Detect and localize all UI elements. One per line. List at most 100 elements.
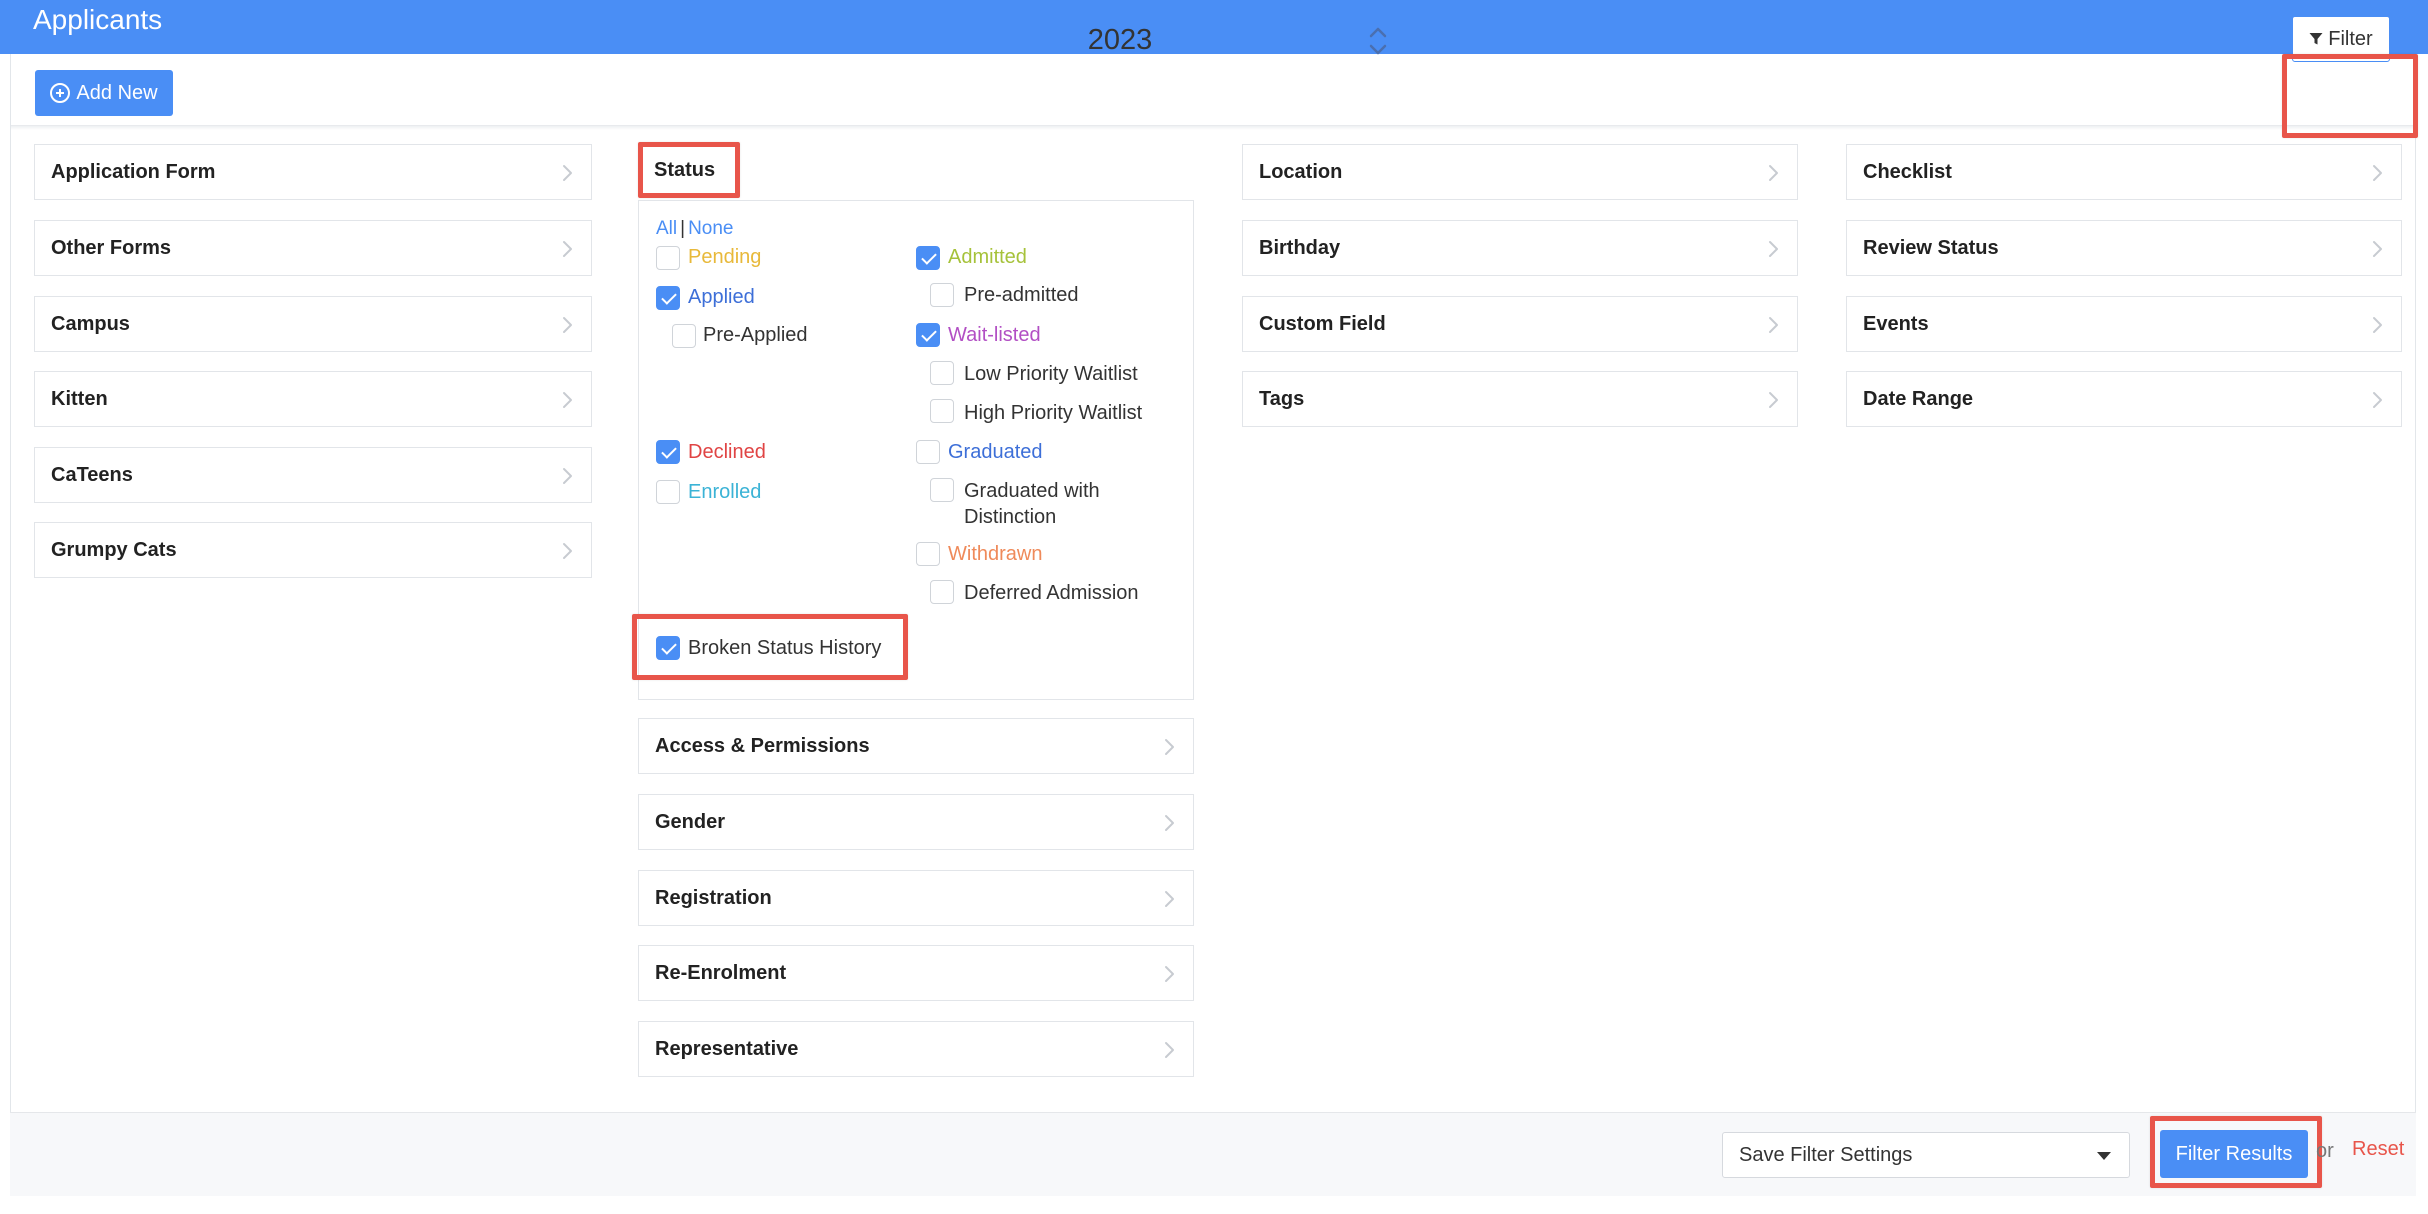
chevron-right-icon [1769, 241, 1778, 257]
page-title: Applicants [33, 4, 163, 35]
accordion-label: Gender [655, 811, 726, 833]
chevron-right-icon [563, 392, 572, 408]
chevron-right-icon [1769, 317, 1778, 333]
reset-link[interactable]: Reset [2352, 1138, 2404, 1161]
accordion-label: Registration [655, 887, 772, 909]
all-none-separator: | [680, 218, 686, 239]
accordion-checklist[interactable]: Checklist [1846, 144, 2402, 200]
status-label: Admitted [948, 246, 1027, 268]
accordion-label: Representative [655, 1038, 799, 1060]
chevron-right-icon [563, 543, 572, 559]
accordion-label: Checklist [1863, 161, 1952, 183]
status-checkbox-applied[interactable] [656, 286, 680, 310]
status-label: Graduated [948, 441, 1043, 463]
status-label: Enrolled [688, 481, 762, 503]
filter-results-button[interactable]: Filter Results [2160, 1130, 2308, 1178]
status-checkbox-graduated-with-distinction[interactable] [930, 478, 954, 502]
filter-results-label: Filter Results [2175, 1142, 2293, 1165]
accordion-label: Kitten [51, 388, 108, 410]
status-label: Wait-listed [948, 324, 1041, 346]
filter-label: Filter [2328, 27, 2373, 50]
accordion-representative[interactable]: Representative [638, 1021, 1194, 1077]
accordion-review-status[interactable]: Review Status [1846, 220, 2402, 276]
accordion-tags[interactable]: Tags [1242, 371, 1798, 427]
chevron-right-icon [2373, 317, 2382, 333]
accordion-label: Application Form [51, 161, 216, 183]
status-label: Pre-admitted [964, 284, 1079, 306]
accordion-label: Date Range [1863, 388, 1974, 410]
accordion-label: CaTeens [51, 464, 133, 486]
chevron-right-icon [1165, 966, 1174, 982]
broken-status-history-label: Broken Status History [688, 637, 882, 659]
plus-circle-icon [50, 83, 71, 103]
accordion-label: Events [1863, 313, 1929, 335]
chevron-right-icon [2373, 241, 2382, 257]
status-checkbox-pre-applied[interactable] [672, 324, 696, 348]
accordion-label: Re-Enrolment [655, 962, 787, 984]
status-checkbox-admitted[interactable] [916, 246, 940, 270]
status-checkbox-wait-listed[interactable] [916, 323, 940, 347]
accordion-events[interactable]: Events [1846, 296, 2402, 352]
top-bar: Applicants [0, 0, 2428, 54]
accordion-kitten[interactable]: Kitten [34, 371, 592, 427]
accordion-access-permissions[interactable]: Access & Permissions [638, 718, 1194, 774]
accordion-re-enrolment[interactable]: Re-Enrolment [638, 945, 1194, 1001]
add-new-button[interactable]: Add New [35, 70, 173, 116]
year-stepper-icon[interactable] [1366, 24, 1390, 58]
status-checkbox-deferred-admission[interactable] [930, 580, 954, 604]
chevron-right-icon [563, 317, 572, 333]
status-checkbox-pending[interactable] [656, 246, 680, 270]
accordion-label: Other Forms [51, 237, 172, 259]
filter-button[interactable]: Filter [2292, 16, 2390, 62]
chevron-right-icon [1769, 165, 1778, 181]
accordion-registration[interactable]: Registration [638, 870, 1194, 926]
accordion-label: Access & Permissions [655, 735, 870, 757]
accordion-label: Tags [1259, 388, 1305, 410]
accordion-label: Custom Field [1259, 313, 1386, 335]
status-checkbox-declined[interactable] [656, 440, 680, 464]
status-checkbox-high-priority-waitlist[interactable] [930, 399, 954, 423]
status-label: Withdrawn [948, 543, 1043, 565]
status-section-header[interactable]: Status [638, 146, 730, 194]
accordion-gender[interactable]: Gender [638, 794, 1194, 850]
accordion-birthday[interactable]: Birthday [1242, 220, 1798, 276]
add-new-label: Add New [76, 81, 158, 104]
chevron-right-icon [563, 468, 572, 484]
status-label: Graduated with Distinction [964, 478, 1100, 530]
toolbar-shadow [11, 126, 2417, 130]
status-checkbox-enrolled[interactable] [656, 480, 680, 504]
status-checkbox-low-priority-waitlist[interactable] [930, 361, 954, 385]
accordion-label: Review Status [1863, 237, 1999, 259]
accordion-label: Campus [51, 313, 130, 335]
status-label: Pending [688, 246, 762, 268]
accordion-location[interactable]: Location [1242, 144, 1798, 200]
broken-status-history-checkbox[interactable] [656, 636, 680, 660]
status-label: Pre-Applied [703, 324, 808, 346]
all-none-links: All | None [656, 218, 733, 240]
status-checkbox-graduated[interactable] [916, 440, 940, 464]
accordion-date-range[interactable]: Date Range [1846, 371, 2402, 427]
chevron-right-icon [1165, 815, 1174, 831]
accordion-label: Location [1259, 161, 1343, 183]
accordion-custom-field[interactable]: Custom Field [1242, 296, 1798, 352]
accordion-other-forms[interactable]: Other Forms [34, 220, 592, 276]
caret-down-icon [2097, 1152, 2111, 1160]
accordion-campus[interactable]: Campus [34, 296, 592, 352]
save-filter-settings-select[interactable]: Save Filter Settings [1722, 1132, 2130, 1178]
status-label: Declined [688, 441, 766, 463]
accordion-application-form[interactable]: Application Form [34, 144, 592, 200]
status-checkbox-withdrawn[interactable] [916, 542, 940, 566]
select-all-link[interactable]: All [656, 218, 677, 239]
chevron-right-icon [1165, 1042, 1174, 1058]
chevron-right-icon [1769, 392, 1778, 408]
chevron-right-icon [2373, 165, 2382, 181]
accordion-cateens[interactable]: CaTeens [34, 447, 592, 503]
chevron-right-icon [2373, 392, 2382, 408]
select-none-link[interactable]: None [688, 218, 733, 239]
status-checkbox-pre-admitted[interactable] [930, 283, 954, 307]
status-label: High Priority Waitlist [964, 402, 1143, 424]
accordion-grumpy-cats[interactable]: Grumpy Cats [34, 522, 592, 578]
status-label: Low Priority Waitlist [964, 363, 1138, 385]
chevron-right-icon [563, 165, 572, 181]
accordion-label: Birthday [1259, 237, 1341, 259]
